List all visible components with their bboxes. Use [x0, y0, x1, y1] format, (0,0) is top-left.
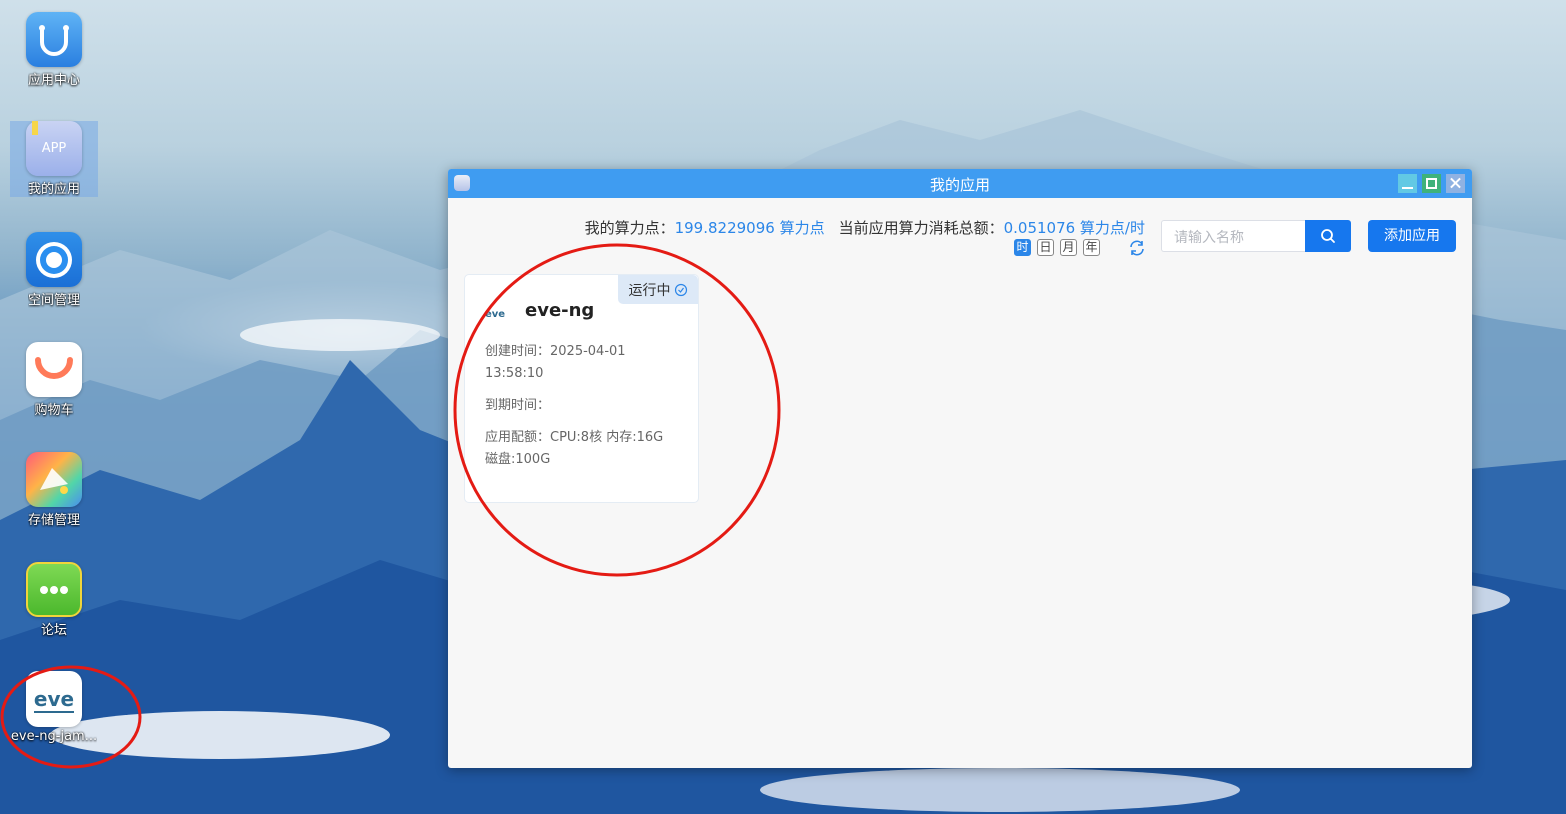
desktop-icon-label: 空间管理 — [27, 293, 80, 308]
window-title: 我的应用 — [929, 176, 990, 194]
eve-logo-text: eve — [33, 687, 75, 711]
consume-label: 当前应用算力消耗总额： — [838, 219, 1004, 237]
bookmark-icon — [32, 121, 38, 135]
spec-line: 磁盘:100G — [485, 452, 551, 467]
browser-circle-icon — [26, 232, 82, 288]
desktop-icon-label: 购物车 — [34, 403, 74, 418]
minimize-button[interactable] — [1398, 174, 1417, 193]
app-spec: 应用配额：CPU:8核 内存:16G 磁盘:100G — [485, 427, 685, 471]
search-icon — [1321, 229, 1335, 243]
period-day-button[interactable]: 日 — [1037, 239, 1054, 256]
logo-underline — [34, 711, 74, 713]
eve-logo-icon: eve — [485, 302, 515, 320]
consume-value: 0.051076 算力点/时 — [1003, 219, 1145, 237]
check-circle-icon — [674, 283, 687, 296]
desktop-icon-label: eve-ng-jam... — [10, 729, 98, 744]
desktop-icon-label: 我的应用 — [27, 182, 80, 197]
refresh-icon[interactable] — [1128, 239, 1146, 257]
desktop-icon-space-manager[interactable]: 空间管理 — [10, 232, 98, 308]
close-button[interactable] — [1446, 174, 1465, 193]
desktop-icon-label: 存储管理 — [27, 513, 80, 528]
eve-logo-icon: eve — [26, 671, 82, 727]
chat-bubble-icon — [26, 562, 82, 618]
desktop-icon-my-apps[interactable]: APP 我的应用 — [10, 121, 98, 197]
app-icon: APP — [26, 121, 82, 177]
period-year-button[interactable]: 年 — [1083, 239, 1100, 256]
desktop-icon-label: 应用中心 — [27, 73, 80, 88]
desktop-icon-app-center[interactable]: 应用中心 — [10, 12, 98, 88]
desktop-icon-forum[interactable]: 论坛 — [10, 562, 98, 638]
desktop-icon-cart[interactable]: 购物车 — [10, 342, 98, 418]
period-hour-button[interactable]: 时 — [1014, 239, 1031, 256]
cart-smile-icon — [26, 342, 82, 398]
desktop-icon-storage[interactable]: 存储管理 — [10, 452, 98, 528]
spec-line: 应用配额：CPU:8核 内存:16G — [485, 430, 664, 445]
desktop-icon-label: 论坛 — [40, 623, 67, 638]
points-label: 我的算力点： — [584, 219, 675, 237]
storage-folder-icon — [26, 452, 82, 508]
created-line: 创建时间：2025-04-01 — [485, 344, 626, 359]
expire-time: 到期时间： — [485, 398, 551, 413]
app-card[interactable]: 运行中 eve eve-ng 创建时间：2025-04-01 13:58:10 … — [464, 274, 699, 503]
my-apps-window: 我的应用 我的算力点：199.8229096 算力点 当前应用算力消耗总额：0.0… — [448, 169, 1472, 768]
status-badge: 运行中 — [618, 275, 698, 304]
app-icon-text: APP — [41, 141, 67, 157]
period-selector: 时 日 月 年 — [1014, 239, 1100, 256]
status-text: 运行中 — [628, 282, 671, 299]
app-name: eve-ng — [525, 300, 595, 321]
points-value: 199.8229096 算力点 — [674, 219, 825, 237]
maximize-button[interactable] — [1422, 174, 1441, 193]
window-titlebar[interactable]: 我的应用 — [448, 169, 1472, 198]
period-month-button[interactable]: 月 — [1060, 239, 1077, 256]
compute-stats: 我的算力点：199.8229096 算力点 当前应用算力消耗总额：0.051076… — [585, 217, 1145, 238]
desktop-icon-eve-ng[interactable]: eve eve-ng-jam... — [10, 671, 98, 747]
search-button[interactable] — [1305, 220, 1351, 252]
created-line: 13:58:10 — [485, 366, 544, 381]
created-time: 创建时间：2025-04-01 13:58:10 — [485, 341, 685, 385]
shopping-bag-icon — [26, 12, 82, 68]
add-app-button[interactable]: 添加应用 — [1368, 220, 1456, 252]
card-logo-text: eve — [485, 309, 506, 320]
